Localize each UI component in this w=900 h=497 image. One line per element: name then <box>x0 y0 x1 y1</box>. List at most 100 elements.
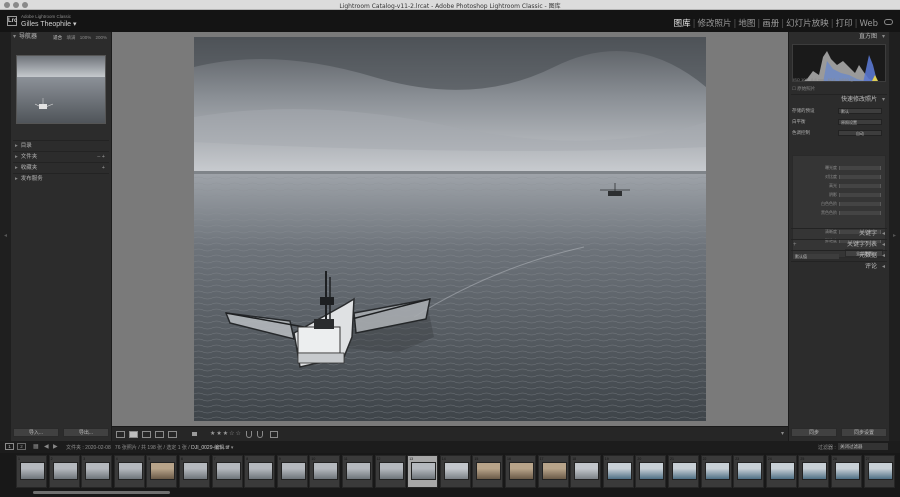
thumbnail-image <box>509 462 534 480</box>
filmstrip-scrollbar[interactable] <box>33 491 170 494</box>
filmstrip-thumbnail[interactable]: 26 <box>831 455 862 488</box>
tone-adjust-buttons[interactable] <box>839 166 881 170</box>
filmstrip-thumbnail[interactable]: 20 <box>635 455 667 488</box>
left-edge-gutter[interactable]: ◂ <box>0 32 11 441</box>
left-section-2[interactable]: ▸ 收藏夹 + <box>13 162 109 172</box>
back-arrow-icon[interactable]: ◀ <box>44 443 49 450</box>
compare-view-icon[interactable] <box>142 431 151 438</box>
left-section-3[interactable]: ▸ 发布服务 <box>13 173 109 183</box>
loupe-view[interactable] <box>112 32 788 426</box>
filter-select[interactable]: 关闭过滤器 <box>838 443 888 450</box>
tone-adjust-buttons[interactable] <box>839 193 881 197</box>
filmstrip-thumbnail[interactable]: 24 <box>765 455 797 488</box>
cloud-sync-icon[interactable] <box>884 19 893 25</box>
navigator-header[interactable]: ▾ 导航器 适合 填满 100% 200% <box>13 33 109 42</box>
thumbnail-image <box>346 462 371 480</box>
main-photo[interactable] <box>194 37 706 421</box>
module-tab-6[interactable]: Web <box>859 19 878 29</box>
filmstrip-thumbnail[interactable]: 6 <box>179 455 210 488</box>
grid-view-icon[interactable] <box>116 431 125 438</box>
filmstrip-thumbnail[interactable]: 7 <box>211 455 243 488</box>
filmstrip-thumbnail[interactable]: 27 <box>863 455 895 488</box>
filmstrip-thumbnail[interactable]: 15 <box>472 455 504 488</box>
filmstrip-thumbnail[interactable]: 5 <box>146 455 178 488</box>
people-view-icon[interactable] <box>168 431 177 438</box>
filmstrip-thumbnail[interactable]: 18 <box>570 455 602 488</box>
filmstrip-thumbnail[interactable]: 3 <box>81 455 113 488</box>
tone-adjust-buttons[interactable] <box>839 211 881 215</box>
keyword-list-header[interactable]: + 关键字列表 ◂ <box>791 239 887 250</box>
sync-settings-button[interactable]: 同步设置 <box>841 428 887 437</box>
rotate-right-icon[interactable] <box>257 431 263 438</box>
metadata-preset-select[interactable]: 默认值 <box>793 254 839 259</box>
quick-develop-header[interactable]: 快速修改照片 ▾ <box>791 94 887 105</box>
filmstrip-thumbnail[interactable]: 17 <box>537 455 569 488</box>
add-icon[interactable]: + <box>102 163 105 173</box>
forward-arrow-icon[interactable]: ▶ <box>53 443 58 450</box>
filmstrip-thumbnail[interactable]: 16 <box>505 455 536 488</box>
folder-add-remove-icon[interactable]: – + <box>97 152 105 162</box>
filmstrip-filename: DJI_0029-编辑.tif <box>191 445 230 451</box>
navigator-preview[interactable] <box>16 55 106 124</box>
filmstrip-thumbnail[interactable]: 12 <box>374 455 406 488</box>
star-rating[interactable]: ★★★☆☆ <box>210 430 242 437</box>
rotate-left-icon[interactable] <box>246 431 252 438</box>
filmstrip-thumbnail[interactable]: 2 <box>48 455 80 488</box>
page-1-button[interactable]: 1 <box>5 443 14 450</box>
tone-auto-button[interactable]: 自动 <box>838 130 882 136</box>
module-tab-4[interactable]: 幻灯片放映 <box>786 19 829 29</box>
tone-adjust-buttons[interactable] <box>839 175 881 179</box>
filmstrip-thumbnail[interactable]: 19 <box>602 455 634 488</box>
nav-zoom-100[interactable]: 100% <box>80 35 92 40</box>
filmstrip-thumbnail[interactable]: 22 <box>700 455 732 488</box>
original-photo-checkbox[interactable]: ☐ 原始照片 <box>792 86 815 92</box>
filmstrip-thumbnail[interactable]: 13 <box>407 455 439 488</box>
comments-header[interactable]: 评论 ◂ <box>791 261 887 272</box>
sync-button[interactable]: 同步 <box>791 428 837 437</box>
filmstrip-thumbnail[interactable]: 14 <box>439 455 471 488</box>
tone-adjust-buttons[interactable] <box>839 202 881 206</box>
people-tag-icon[interactable] <box>270 431 278 438</box>
right-panel: 直方图 ▾ ISO 100 8.8 mm f/2.8 1/640 秒 ☐ 原始照片… <box>789 32 889 441</box>
grid-icon[interactable]: ▦ <box>33 443 39 450</box>
filmstrip-thumbnail[interactable]: 25 <box>798 455 830 488</box>
module-tab-0[interactable]: 图库 <box>674 19 691 29</box>
module-tab-1[interactable]: 修改照片 <box>698 19 732 29</box>
module-tab-5[interactable]: 打印 <box>836 19 853 29</box>
export-button[interactable]: 导出... <box>63 428 109 437</box>
histogram-info: ISO 100 8.8 mm f/2.8 1/640 秒 <box>793 77 854 83</box>
histogram-header[interactable]: 直方图 ▾ <box>791 32 887 43</box>
filmstrip-thumbnail[interactable]: 8 <box>244 455 276 488</box>
navigator-zoom-options[interactable]: 适合 填满 100% 200% <box>53 33 107 42</box>
survey-view-icon[interactable] <box>155 431 164 438</box>
tone-adjust-buttons[interactable] <box>839 184 881 188</box>
filmstrip-thumbnail[interactable]: 21 <box>668 455 699 488</box>
flag-icon[interactable] <box>192 432 197 436</box>
filmstrip-thumbnail[interactable]: 23 <box>733 455 765 488</box>
module-tab-3[interactable]: 画册 <box>762 19 779 29</box>
saved-preset-select[interactable]: 默认 <box>838 108 882 114</box>
nav-zoom-200[interactable]: 200% <box>95 35 107 40</box>
collapse-right-arrow-icon[interactable]: ▸ <box>889 232 900 239</box>
filmstrip-thumbnail[interactable]: 10 <box>309 455 341 488</box>
left-section-0[interactable]: ▸ 目录 <box>13 140 109 150</box>
module-tab-2[interactable]: 地图 <box>738 19 755 29</box>
nav-zoom-fit[interactable]: 适合 <box>53 35 62 40</box>
filmstrip-thumbnail[interactable]: 1 <box>16 455 47 488</box>
keywords-header[interactable]: 关键字 ◂ <box>791 228 887 239</box>
import-button[interactable]: 导入... <box>13 428 59 437</box>
loupe-view-icon[interactable] <box>129 431 138 438</box>
identity-plate-user[interactable]: Gilles Theophile ▾ <box>21 20 77 28</box>
filmstrip-breadcrumb[interactable]: 文件夹 : 2020-02-08 76 张照片 / 共 198 张 / 选定 1… <box>66 444 233 451</box>
filmstrip-thumbnail[interactable]: 4 <box>113 455 145 488</box>
white-balance-select[interactable]: 原照设置 <box>838 119 882 125</box>
metadata-header[interactable]: 默认值 元数据 ◂ <box>791 250 887 261</box>
page-2-button[interactable]: 2 <box>17 443 26 450</box>
nav-zoom-fill[interactable]: 填满 <box>66 35 75 40</box>
right-edge-gutter[interactable]: ▸ <box>889 32 900 441</box>
toolbar-menu-chevron-icon[interactable]: ▾ <box>781 430 784 437</box>
collapse-left-arrow-icon[interactable]: ◂ <box>0 232 11 239</box>
left-section-1[interactable]: ▸ 文件夹 – + <box>13 151 109 161</box>
filmstrip-thumbnail[interactable]: 9 <box>276 455 308 488</box>
filmstrip-thumbnail[interactable]: 11 <box>342 455 373 488</box>
